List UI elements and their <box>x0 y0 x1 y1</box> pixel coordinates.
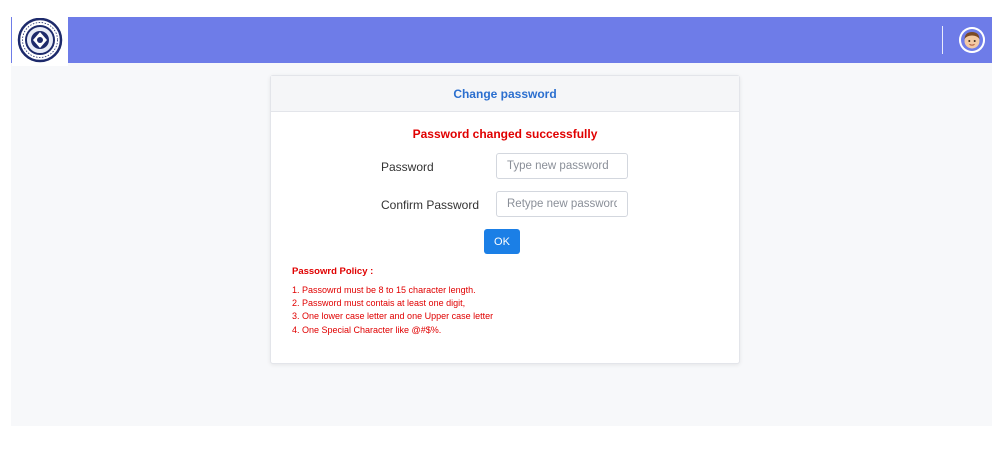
policy-item: 1. Passowrd must be 8 to 15 character le… <box>292 285 476 295</box>
confirm-password-label: Confirm Password <box>381 198 480 212</box>
policy-item: 4. One Special Character like @#$%. <box>292 324 442 335</box>
university-emblem-icon <box>17 18 63 63</box>
password-policy-title: Passowrd Policy : <box>292 266 374 277</box>
policy-item: 3. One lower case letter and one Upper c… <box>292 311 494 322</box>
user-avatar[interactable] <box>959 27 985 53</box>
confirm-password-input[interactable] <box>496 191 628 217</box>
card-title: Change password <box>453 86 557 101</box>
card-header: Change password <box>271 76 739 112</box>
ok-button[interactable]: OK <box>484 229 520 254</box>
user-avatar-icon <box>959 27 985 53</box>
new-password-input[interactable] <box>496 153 628 179</box>
password-policy-list: 1. Passowrd must be 8 to 15 character le… <box>292 284 493 337</box>
navbar-divider <box>942 26 943 54</box>
success-message: Password changed successfully <box>412 127 598 141</box>
policy-item: 2. Password must contais at least one di… <box>292 298 466 309</box>
top-navbar <box>11 17 992 63</box>
change-password-card: Change password Password changed success… <box>270 75 740 364</box>
password-label: Password <box>381 160 434 174</box>
university-logo[interactable] <box>12 16 68 66</box>
